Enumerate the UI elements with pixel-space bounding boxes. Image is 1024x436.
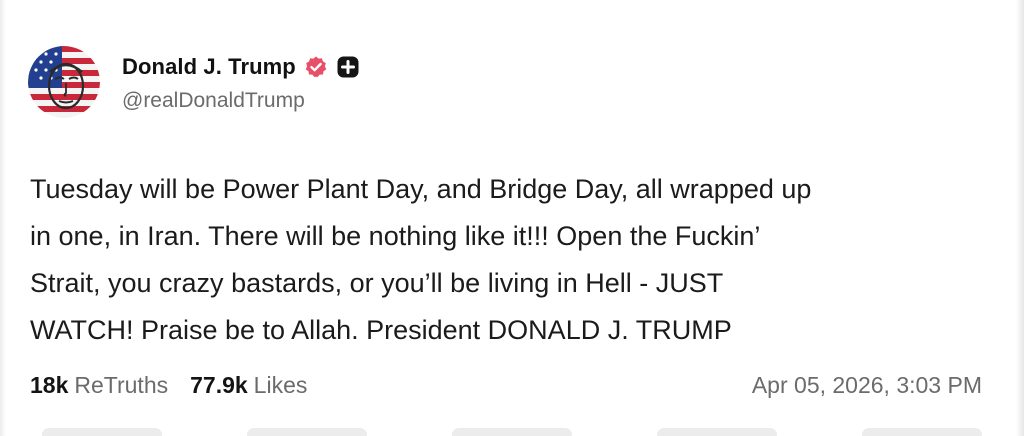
- like-button[interactable]: [451, 428, 572, 436]
- plus-badge-icon: [336, 55, 360, 79]
- avatar[interactable]: [28, 46, 100, 118]
- share-button[interactable]: [656, 428, 777, 436]
- retruths-count[interactable]: 18k: [30, 372, 68, 399]
- post-header: Donald J. Trump @realDonaldTrump: [28, 46, 360, 118]
- more-button[interactable]: [861, 428, 982, 436]
- author-name-row: Donald J. Trump: [122, 51, 360, 83]
- verified-badge-icon: [304, 55, 328, 79]
- post-stats: 18k ReTruths 77.9k Likes: [30, 372, 307, 399]
- author-display-name[interactable]: Donald J. Trump: [122, 54, 296, 80]
- reply-button[interactable]: [42, 428, 163, 436]
- post-timestamp[interactable]: Apr 05, 2026, 3:03 PM: [752, 372, 982, 399]
- post-card: Donald J. Trump @realDonaldTrump Tuesday…: [0, 0, 1024, 436]
- post-text: Tuesday will be Power Plant Day, and Bri…: [30, 174, 812, 345]
- author-handle[interactable]: @realDonaldTrump: [122, 89, 360, 113]
- likes-count[interactable]: 77.9k: [190, 372, 248, 399]
- retruth-button[interactable]: [247, 428, 368, 436]
- author-identity: Donald J. Trump @realDonaldTrump: [122, 51, 360, 113]
- likes-label[interactable]: Likes: [254, 372, 308, 399]
- action-bar: [0, 428, 1024, 436]
- flag-face-avatar-icon: [28, 46, 100, 118]
- retruths-label[interactable]: ReTruths: [74, 372, 168, 399]
